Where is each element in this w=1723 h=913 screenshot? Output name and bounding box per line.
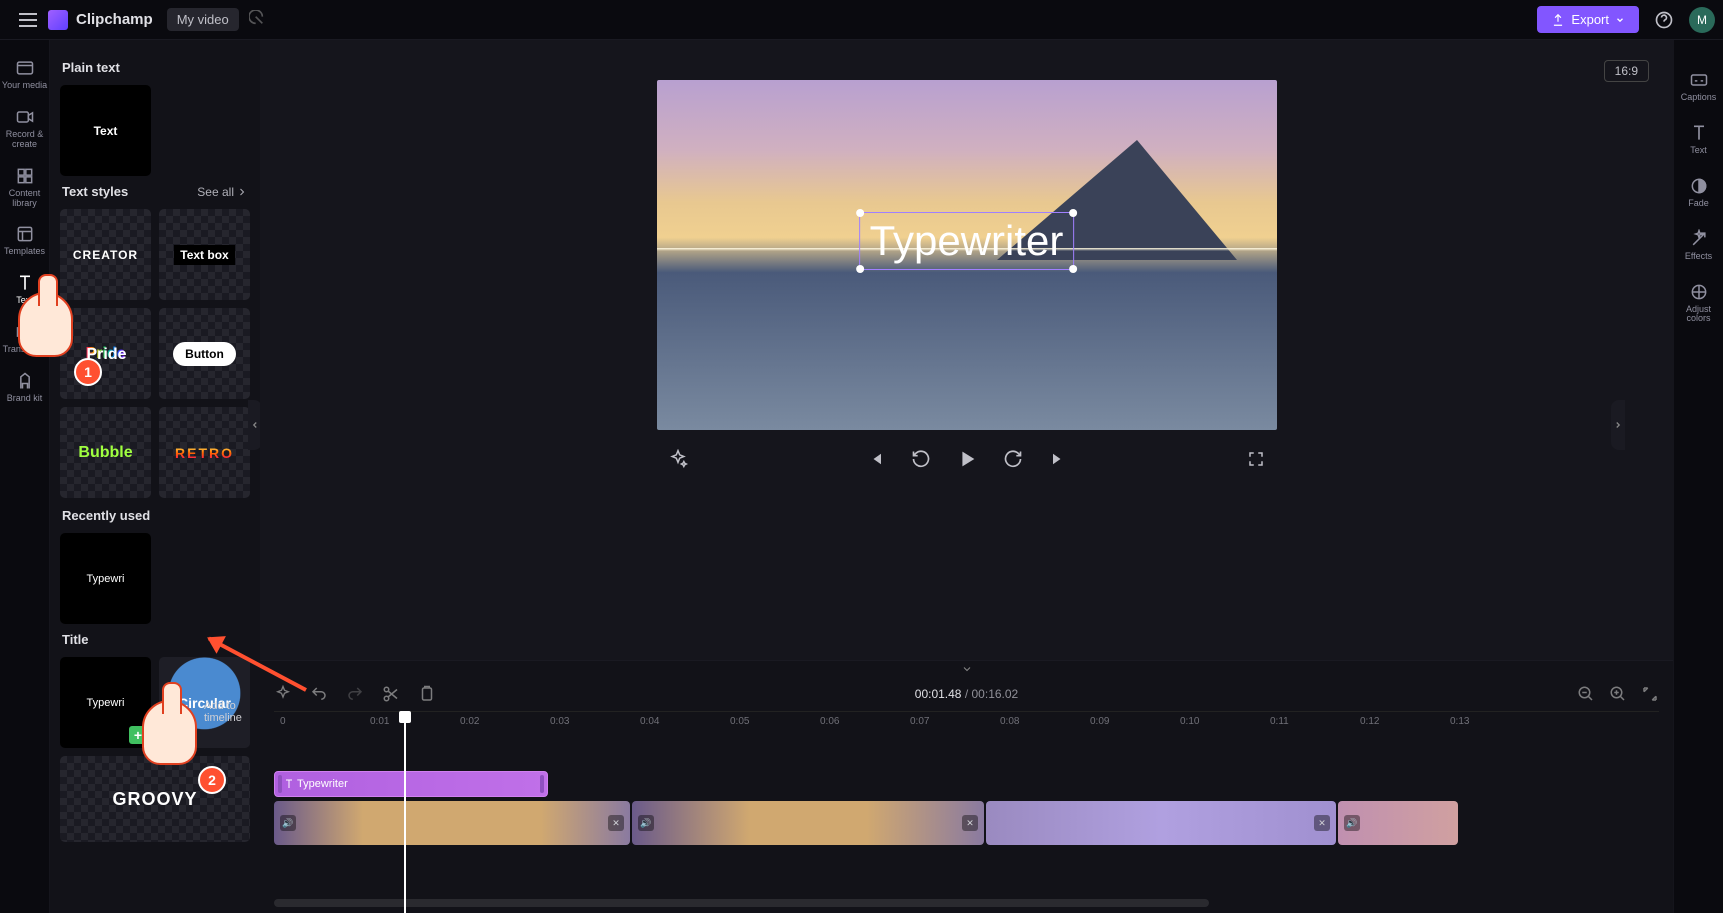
title-typewriter-thumb[interactable]: Typewri +	[60, 657, 151, 748]
text-style-pride[interactable]: Pride	[60, 308, 151, 399]
export-button[interactable]: Export	[1537, 6, 1639, 33]
left-nav-rail: Your media Record & create Content libra…	[0, 40, 50, 913]
trim-icon[interactable]: ✕	[962, 815, 978, 831]
text-clip[interactable]: Typewriter	[274, 771, 548, 797]
add-to-timeline-icon[interactable]: +	[129, 726, 147, 744]
audio-icon[interactable]: 🔊	[638, 815, 654, 831]
nav-text[interactable]: Text	[1, 265, 49, 314]
prop-text[interactable]: Text	[1675, 113, 1723, 166]
brand-name: Clipchamp	[76, 11, 153, 28]
video-canvas[interactable]: Typewriter	[657, 80, 1277, 430]
paste-icon[interactable]	[418, 685, 436, 703]
resize-handle-icon[interactable]	[856, 265, 864, 273]
audio-icon[interactable]: 🔊	[280, 815, 296, 831]
right-property-rail: Captions Text Fade Effects Adjust colors	[1673, 40, 1723, 913]
prop-fade[interactable]: Fade	[1675, 166, 1723, 219]
video-clip-4[interactable]: 🔊	[1338, 801, 1458, 845]
sync-status-icon	[249, 10, 269, 30]
ai-sparkle-icon[interactable]	[667, 448, 689, 470]
skip-forward-icon[interactable]	[1048, 448, 1070, 470]
collapse-right-panel-icon[interactable]	[1611, 400, 1625, 450]
project-name-input[interactable]: My video	[167, 8, 239, 31]
redo-icon[interactable]	[346, 685, 364, 703]
menu-icon[interactable]	[16, 8, 40, 32]
horizontal-scrollbar[interactable]	[274, 899, 1209, 907]
text-styles-heading: Text styles See all	[62, 184, 248, 199]
playhead[interactable]	[404, 711, 406, 913]
fit-icon[interactable]	[1641, 685, 1659, 703]
text-clip-label: Typewriter	[297, 778, 348, 790]
zoom-in-icon[interactable]	[1609, 685, 1627, 703]
text-style-button[interactable]: Button	[159, 308, 250, 399]
nav-transitions[interactable]: Transitions	[1, 314, 49, 363]
nav-content-library[interactable]: Content library	[1, 158, 49, 217]
plain-text-heading: Plain text	[62, 60, 248, 75]
resize-handle-icon[interactable]	[1069, 265, 1077, 273]
nav-templates[interactable]: Templates	[1, 216, 49, 265]
text-style-retro[interactable]: RETRO	[159, 407, 250, 498]
recently-used-heading: Recently used	[62, 508, 248, 523]
resize-handle-icon[interactable]	[856, 209, 864, 217]
preview-area: 16:9 Typewriter	[260, 40, 1673, 660]
canvas-text[interactable]: Typewriter	[870, 217, 1064, 264]
timeline-tracks[interactable]: Typewriter 🔊✕ 🔊✕ ✕ 🔊	[274, 733, 1659, 913]
add-to-timeline-tooltip: Add to timeline	[204, 700, 260, 724]
title-groovy-thumb[interactable]: GROOVY	[60, 756, 250, 842]
zoom-out-icon[interactable]	[1577, 685, 1595, 703]
trim-icon[interactable]: ✕	[608, 815, 624, 831]
undo-icon[interactable]	[310, 685, 328, 703]
plain-text-thumb[interactable]: Text	[60, 85, 151, 176]
nav-brand-kit[interactable]: Brand kit	[1, 363, 49, 412]
text-style-creator[interactable]: CREATOR	[60, 209, 151, 300]
nav-record-create[interactable]: Record & create	[1, 99, 49, 158]
play-icon[interactable]	[956, 448, 978, 470]
audio-icon[interactable]: 🔊	[1344, 815, 1360, 831]
text-side-panel: Plain text Text Text styles See all CREA…	[50, 40, 260, 913]
nav-your-media[interactable]: Your media	[1, 50, 49, 99]
text-style-bubble[interactable]: Bubble	[60, 407, 151, 498]
collapse-side-panel-icon[interactable]	[248, 400, 260, 450]
help-icon[interactable]	[1651, 7, 1677, 33]
text-overlay-selection[interactable]: Typewriter	[859, 212, 1075, 270]
aspect-ratio-badge[interactable]: 16:9	[1604, 60, 1649, 82]
prop-adjust-colors[interactable]: Adjust colors	[1675, 272, 1723, 335]
forward-icon[interactable]	[1002, 448, 1024, 470]
collapse-timeline-icon[interactable]	[260, 661, 1673, 677]
video-clip-2[interactable]: 🔊✕	[632, 801, 984, 845]
prop-effects[interactable]: Effects	[1675, 219, 1723, 272]
editor-center: 16:9 Typewriter	[260, 40, 1673, 913]
timeline-toolbar: 00:01.48 / 00:16.02	[260, 677, 1673, 711]
export-label: Export	[1571, 12, 1609, 27]
prop-captions[interactable]: Captions	[1675, 60, 1723, 113]
rewind-icon[interactable]	[910, 448, 932, 470]
text-style-textbox[interactable]: Text box	[159, 209, 250, 300]
split-icon[interactable]	[382, 685, 400, 703]
player-controls	[657, 448, 1277, 470]
user-avatar[interactable]: M	[1689, 7, 1715, 33]
fullscreen-icon[interactable]	[1245, 448, 1267, 470]
clipchamp-logo-icon	[48, 10, 68, 30]
see-all-link[interactable]: See all	[197, 185, 248, 199]
timecode-display: 00:01.48 / 00:16.02	[915, 687, 1018, 701]
trim-icon[interactable]: ✕	[1314, 815, 1330, 831]
top-bar: Clipchamp My video Export M	[0, 0, 1723, 40]
timeline-ruler[interactable]: 0 0:01 0:02 0:03 0:04 0:05 0:06 0:07 0:0…	[274, 711, 1659, 733]
magic-icon[interactable]	[274, 685, 292, 703]
video-clip-1[interactable]: 🔊✕	[274, 801, 630, 845]
skip-back-icon[interactable]	[864, 448, 886, 470]
timeline-panel: 00:01.48 / 00:16.02 0 0:01 0:02 0:03 0:0…	[260, 660, 1673, 913]
video-clip-3[interactable]: ✕	[986, 801, 1336, 845]
recent-typewriter-thumb[interactable]: Typewri	[60, 533, 151, 624]
resize-handle-icon[interactable]	[1069, 209, 1077, 217]
